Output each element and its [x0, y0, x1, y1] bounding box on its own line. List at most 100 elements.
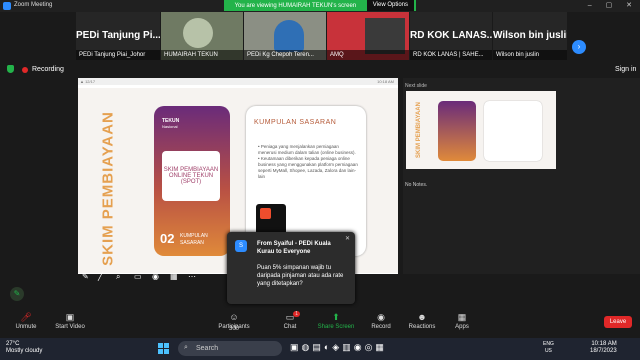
window-controls[interactable]: – ▢ ✕: [588, 1, 638, 9]
notification-sender: From Syaiful - PEDi Kuala Kurau to Every…: [257, 241, 331, 255]
more-icon[interactable]: ⋯: [188, 272, 196, 281]
start-video-button[interactable]: ▣ Start Video: [46, 312, 94, 330]
apps-button[interactable]: ▦ Apps: [438, 312, 486, 330]
weather-desc: Mostly cloudy: [6, 348, 43, 354]
security-shield-icon: [7, 65, 14, 73]
mic-muted-icon: 🎤︎: [20, 312, 32, 322]
windows-start-icon[interactable]: [158, 343, 169, 354]
mini-card-right: [484, 101, 542, 161]
card2-title: KUMPULAN SASARAN: [254, 119, 337, 126]
spot-text: SKIM PEMBIAYAAN ONLINE TEKUN (SPOT): [163, 167, 219, 185]
view-options-button[interactable]: View Options: [366, 0, 414, 11]
thumbnail-3[interactable]: PEDi Kg Chepoh Teren...: [244, 12, 326, 60]
thumbnail-label: HUMAIRAH TEKUN: [161, 50, 243, 60]
recording-label: Recording: [32, 66, 64, 73]
thumbnail-label: PEDi Tanjung Piai_Johor: [76, 50, 160, 60]
thumbnail-label: Wilson bin juslin: [493, 50, 567, 60]
system-clock[interactable]: 10:18 AM 18/7/2023: [590, 341, 617, 355]
apps-icon: ▦: [457, 312, 467, 322]
windows-taskbar: 27°C Mostly cloudy Search ⌕ ▣◍▤◐◈▥◉◎▦ EN…: [0, 338, 640, 360]
thumbnail-5[interactable]: RD KOK LANAS... RD KOK LANAS | SAHE...: [410, 12, 492, 60]
record-label: Record: [371, 324, 391, 330]
weather-widget[interactable]: 27°C Mostly cloudy: [6, 341, 42, 355]
grid-icon[interactable]: ▦: [170, 272, 178, 281]
unmute-button[interactable]: 🎤︎ Unmute: [2, 312, 50, 330]
search-icon: ⌕: [184, 344, 188, 351]
video-person: [365, 18, 405, 54]
chat-label: Chat: [283, 324, 297, 330]
thumbnail-1[interactable]: PEDi Tanjung Pi... PEDi Tanjung Piai_Joh…: [76, 12, 160, 60]
next-page-arrow-icon[interactable]: ›: [572, 40, 586, 54]
window-title: Zoom Meeting: [14, 2, 53, 8]
share-banner-text: You are viewing HUMAIRAH TEKUN's screen: [234, 2, 357, 9]
participant-thumbnail-strip: PEDi Tanjung Pi... PEDi Tanjung Piai_Joh…: [0, 12, 640, 60]
apps-label: Apps: [455, 324, 469, 330]
highlighter-icon[interactable]: ╱: [98, 272, 103, 281]
leave-button[interactable]: Leave: [604, 316, 632, 328]
thumbnail-4[interactable]: AMQ: [327, 12, 409, 60]
thumbnail-name: Wilson bin juslin: [493, 30, 567, 41]
chat-notification[interactable]: S From Syaiful - PEDi Kuala Kurau to Eve…: [227, 232, 355, 304]
thumbnail-label: AMQ: [327, 50, 409, 60]
thumbnail-label: PEDi Kg Chepoh Teren...: [244, 50, 326, 60]
thumbnail-6[interactable]: Wilson bin juslin Wilson bin juslin: [493, 12, 567, 60]
reactions-icon: ☻: [417, 312, 427, 322]
section-number: 02: [160, 231, 175, 246]
card2-body: • Peniaga yang menjalankan perniagaan me…: [258, 144, 358, 179]
zoom-icon[interactable]: ⌕: [116, 272, 120, 282]
weather-temp: 27°C: [6, 341, 20, 347]
next-slide-thumbnail[interactable]: SKIM PEMBIAYAAN: [406, 91, 556, 169]
slide-card-left: TEKUN Nasional SKIM PEMBIAYAAN ONLINE TE…: [154, 106, 230, 256]
mini-vertical-title: SKIM PEMBIAYAAN: [416, 102, 422, 158]
next-slide-label: Next slide: [405, 83, 427, 89]
start-video-label: Start Video: [55, 324, 85, 330]
no-notes-text: No Notes.: [405, 182, 428, 188]
share-screen-label: Share Screen: [317, 324, 355, 330]
sign-in-link[interactable]: Sign in: [615, 66, 636, 73]
section-caption: KUMPULAN SASARAN: [180, 233, 208, 246]
slide-clock: 10:18 AM: [377, 79, 394, 84]
notes-panel: Next slide SKIM PEMBIAYAAN No Notes.: [403, 78, 640, 274]
tekun-brand-sub: Nasional: [162, 124, 178, 129]
chat-badge: 1: [293, 311, 300, 317]
reactions-label: Reactions: [408, 324, 436, 330]
recording-bar: Recording Sign in: [0, 62, 640, 78]
thumbnail-label: RD KOK LANAS | SAHE...: [410, 50, 492, 60]
clock-time: 10:18 AM: [591, 341, 617, 347]
presenter-top-bar: ▲ 12/17 10:18 AM: [78, 78, 398, 85]
sender-avatar: S: [235, 240, 247, 252]
recording-dot-icon: [22, 67, 28, 73]
pen-icon[interactable]: ✎: [82, 272, 89, 281]
share-screen-icon: ⬆: [332, 312, 340, 322]
pinned-apps[interactable]: ▣◍▤◐◈▥◉◎▦: [290, 342, 387, 353]
thumbnail-2[interactable]: HUMAIRAH TEKUN: [161, 12, 243, 60]
language-indicator[interactable]: ENG US: [543, 341, 554, 355]
presenter-tools: ✎ ╱ ⌕ ▭ ◉ ▦ ⋯: [78, 272, 228, 284]
participants-label: Participants: [218, 324, 250, 330]
record-icon: ◉: [377, 312, 385, 322]
shopee-logo-icon: [260, 208, 271, 219]
vertical-title: SKIM PEMBIAYAAN: [99, 111, 117, 266]
lang-code: ENG: [543, 341, 554, 347]
tekun-brand: TEKUN Nasional: [162, 118, 179, 129]
thumbnail-name: RD KOK LANAS...: [410, 30, 492, 41]
video-off-icon: ▣: [65, 312, 75, 322]
subtitles-icon[interactable]: ▭: [134, 272, 142, 281]
annotate-pen-icon[interactable]: ✎: [10, 287, 24, 301]
participants-icon: ☺ 300: [228, 312, 239, 332]
video-person: [274, 20, 304, 52]
close-icon[interactable]: ✕: [345, 235, 350, 242]
participants-button[interactable]: ☺ 300 Participants: [210, 312, 258, 332]
taskbar-search[interactable]: Search: [178, 341, 282, 356]
camera-icon[interactable]: ◉: [152, 272, 159, 281]
chat-button[interactable]: 1 ▭ Chat: [266, 311, 314, 330]
meeting-toolbar: 🎤︎ Unmute ▣ Start Video ☺ 300 Participants …: [0, 308, 640, 338]
mini-card-left: [438, 101, 476, 161]
clock-date: 18/7/2023: [590, 348, 617, 354]
video-person: [183, 18, 213, 48]
lang-region: US: [544, 348, 552, 354]
slide-counter: ▲ 12/17: [80, 79, 96, 84]
notification-message: Puan 5% simpanan wajib tu daripada pinja…: [257, 265, 344, 287]
share-banner: You are viewing HUMAIRAH TEKUN's screen …: [224, 0, 416, 11]
share-screen-button[interactable]: ⬆ Share Screen: [312, 312, 360, 330]
